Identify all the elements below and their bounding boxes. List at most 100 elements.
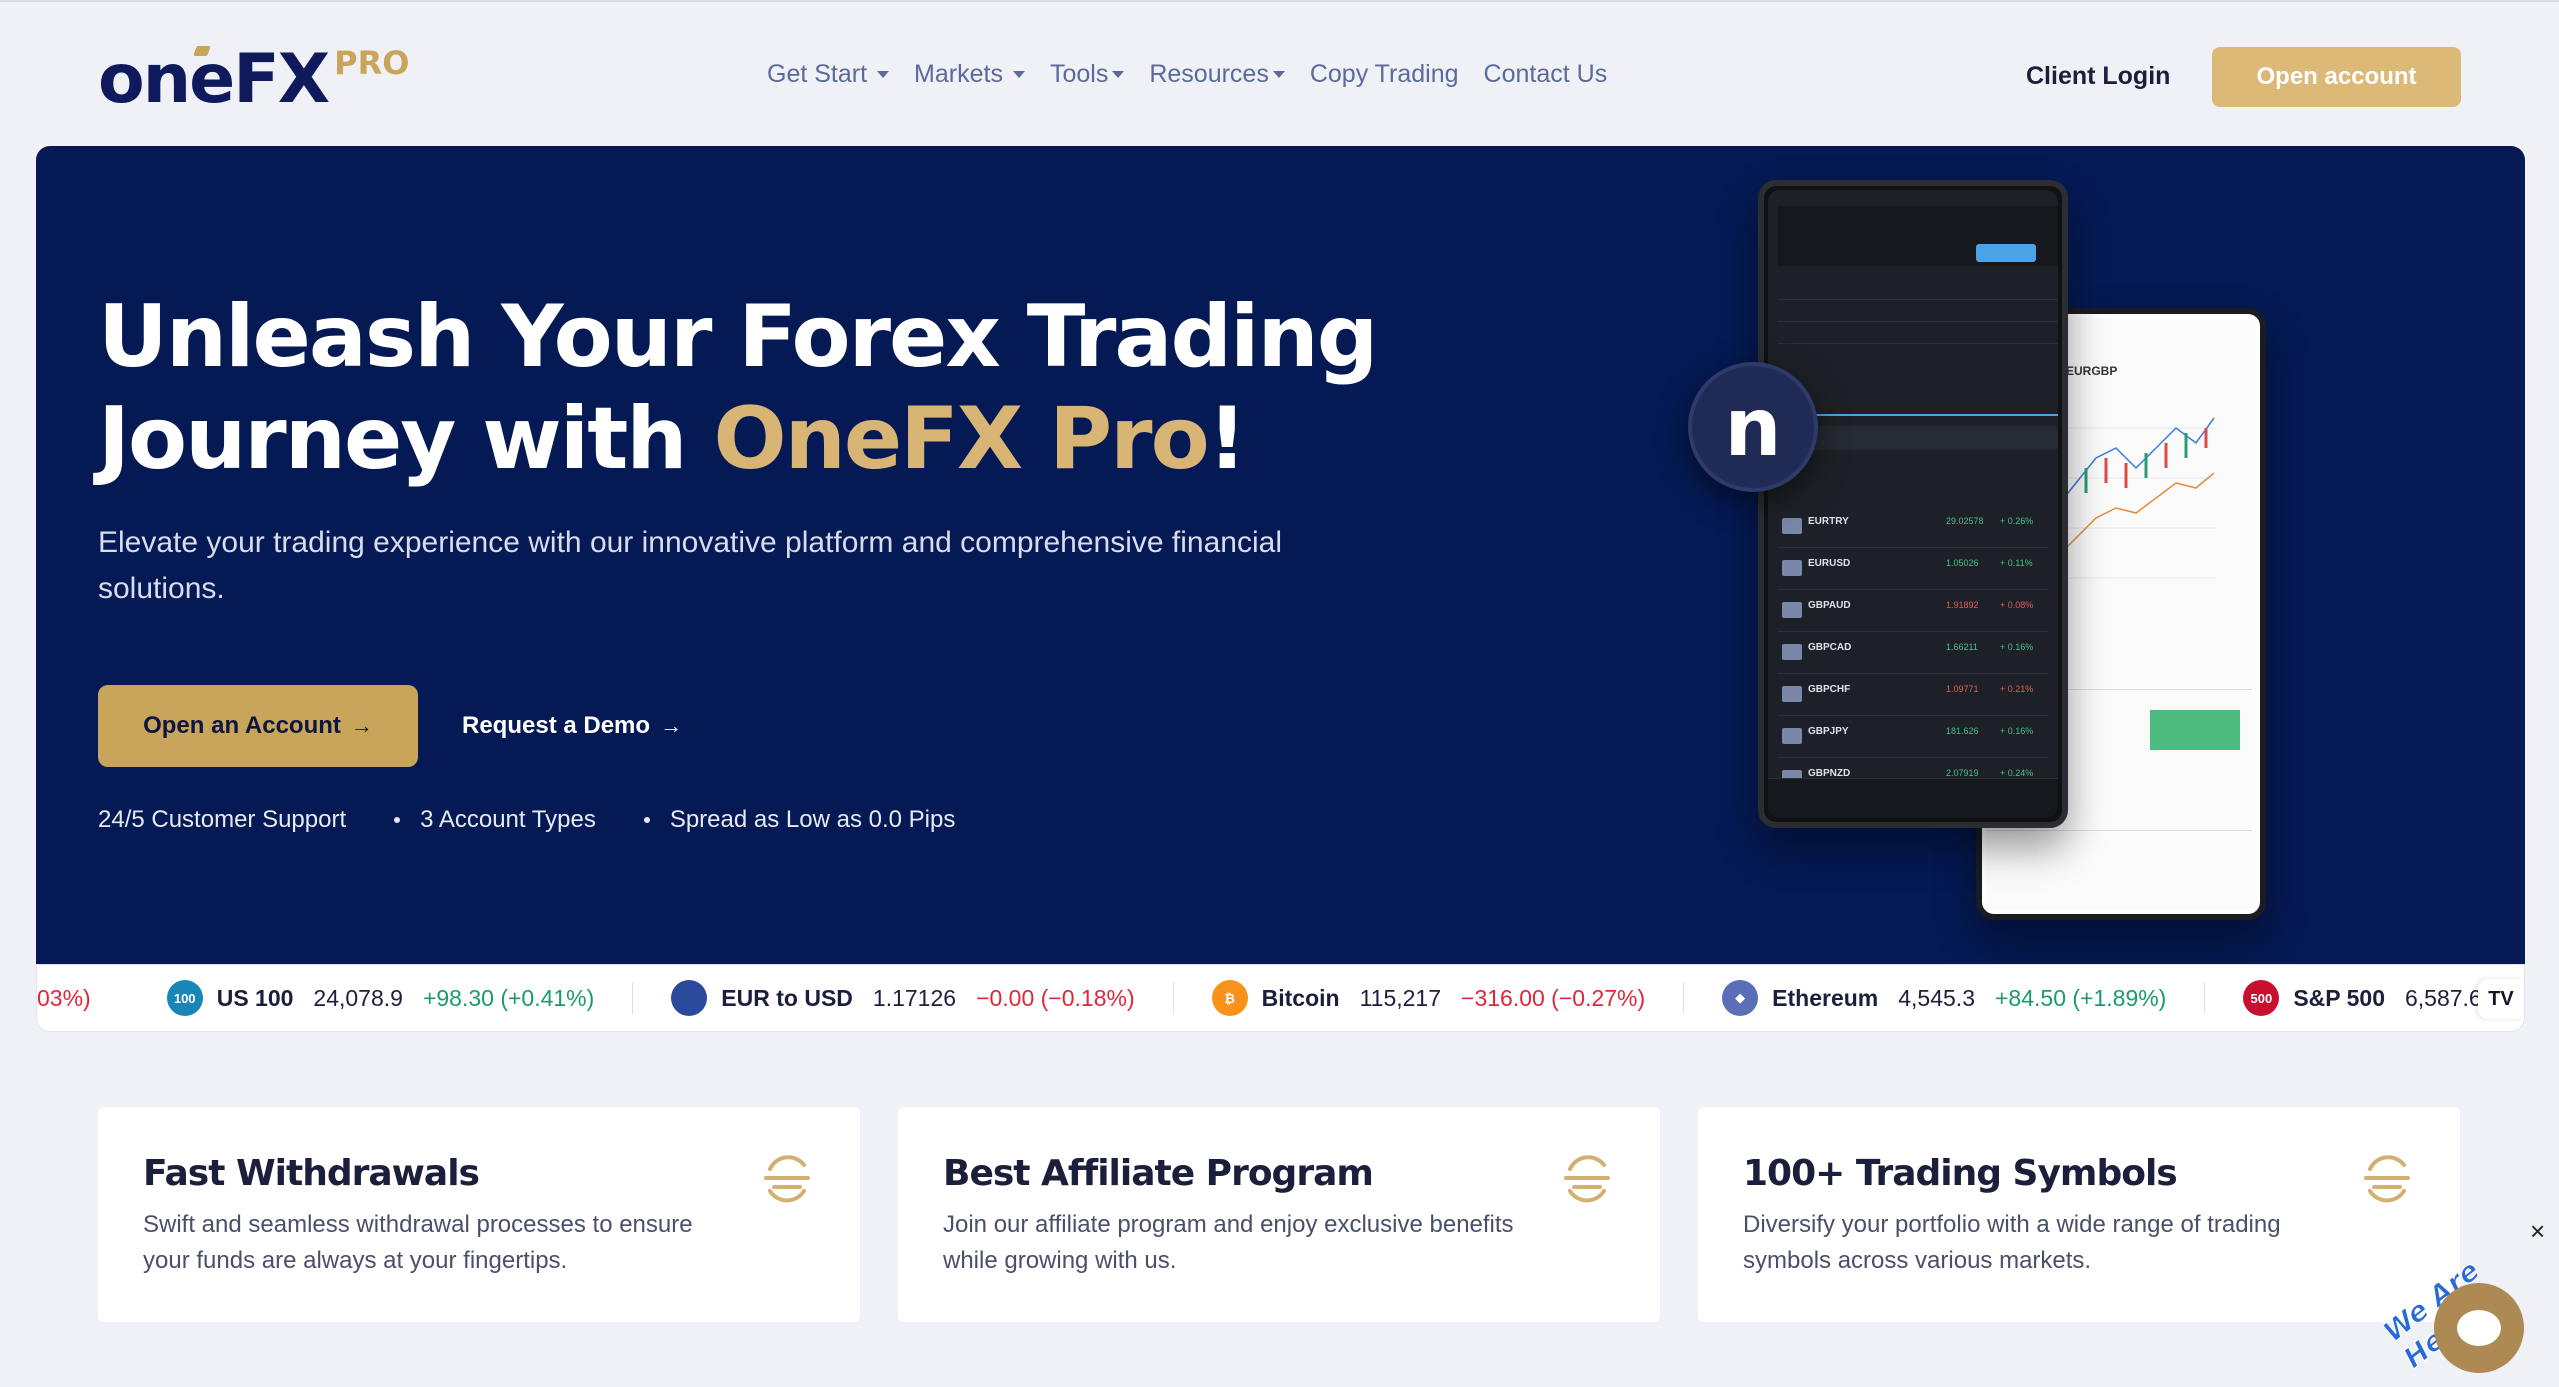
brand-logo[interactable]: oneFX PRO — [98, 40, 409, 114]
arrow-right-icon: → — [350, 713, 373, 738]
phone-symbol-row: EURTRY 29.02578 + 0.26% — [1778, 508, 2048, 548]
hero-subtitle: Elevate your trading experience with our… — [98, 526, 1282, 605]
ticker-price: 24,078.9 — [313, 984, 403, 1011]
card-text: Join our affiliate program and enjoy exc… — [943, 1211, 1514, 1274]
deposit-button — [1976, 244, 2036, 262]
ticker-item[interactable]: ◆ Ethereum 4,545.3 +84.50 (+1.89%) — [1722, 980, 2166, 1016]
ticker-item[interactable]: EUR to USD 1.17126 −0.00 (−0.18%) — [671, 980, 1135, 1016]
chevron-down-icon — [877, 71, 890, 78]
brand-badge: n — [1688, 362, 1818, 492]
ticker-separator — [1172, 982, 1174, 1014]
symbol-change: + 0.08% — [2000, 600, 2034, 610]
nav-label: Contact Us — [1483, 60, 1608, 88]
feature-text: Spread as Low as 0.0 Pips — [669, 806, 956, 833]
card-title: Fast Withdrawals — [143, 1153, 480, 1194]
phone-symbol-row: GBPJPY 181.626 + 0.16% — [1778, 718, 2048, 758]
flag-icon — [1782, 644, 1802, 660]
feature-text: 3 Account Types — [420, 806, 596, 833]
ticker-name: EUR to USD — [721, 984, 853, 1011]
main-nav: Get Start Markets Tools Resources Copy T… — [767, 60, 1632, 89]
chart-symbol: EURGBP — [2066, 364, 2118, 378]
symbol-name: GBPCHF — [1808, 684, 1851, 695]
phone-bottom-nav — [1768, 778, 2058, 818]
nav-label: Tools — [1049, 60, 1109, 88]
ticker-change: −0.00 (−0.18%) — [976, 984, 1135, 1011]
bullet-icon — [394, 817, 401, 823]
coin-icon — [1564, 1155, 1610, 1203]
open-an-account-button[interactable]: Open an Account → — [98, 685, 418, 767]
chat-button[interactable] — [2434, 1283, 2524, 1373]
ticker-symbol-icon: 100 — [166, 980, 203, 1016]
card-title: 100+ Trading Symbols — [1743, 1153, 2178, 1194]
flag-icon — [1782, 602, 1802, 618]
symbol-name: GBPJPY — [1808, 726, 1849, 737]
nav-markets[interactable]: Markets — [914, 60, 1025, 89]
card-text: Swift and seamless withdrawal processes … — [143, 1211, 693, 1274]
nav-label: Copy Trading — [1309, 60, 1459, 88]
ticker-symbol-icon: 500 — [2243, 980, 2280, 1016]
symbol-change: + 0.16% — [2000, 642, 2034, 652]
open-account-button[interactable]: Open account — [2212, 47, 2461, 107]
chat-bubble-icon — [2457, 1310, 2501, 1346]
symbol-name: GBPAUD — [1808, 600, 1851, 611]
phone-list-screen: EURTRY 29.02578 + 0.26% EURUSD 1.05026 + 0.11… — [1768, 190, 2058, 818]
flag-icon — [1782, 560, 1802, 576]
hero-title-line1: Unleash Your Forex Trading — [98, 287, 1378, 387]
phone-symbol-row: GBPCHF 1.09771 + 0.21% — [1778, 676, 2048, 716]
ticker-items: 100 US 100 24,078.9 +98.30 (+0.41%) EUR to U… — [166, 980, 2524, 1016]
coin-icon — [764, 1155, 810, 1203]
tradingview-logo[interactable]: TV — [2478, 979, 2524, 1019]
chevron-down-icon — [1012, 71, 1025, 78]
ticker-separator — [2204, 982, 2206, 1014]
client-login-link[interactable]: Client Login — [2026, 62, 2170, 91]
ticker-change: −316.00 (−0.27%) — [1461, 984, 1646, 1011]
hero-title-highlight: OneFX Pro — [713, 389, 1209, 489]
feature-card-symbols: 100+ Trading Symbols Diversify your port… — [1698, 1107, 2460, 1322]
nav-label: Get Start — [767, 60, 868, 88]
ticker-change: +84.50 (+1.89%) — [1995, 984, 2167, 1011]
symbol-price: 1.66211 — [1946, 642, 1978, 652]
ticker-item[interactable]: 100 US 100 24,078.9 +98.30 (+0.41%) — [166, 980, 594, 1016]
news-feed — [1778, 278, 2058, 348]
symbol-change: + 0.26% — [2000, 516, 2034, 526]
phone-symbol-row: EURUSD 1.05026 + 0.11% — [1778, 550, 2048, 590]
nav-label: Resources — [1149, 60, 1269, 88]
nav-tools[interactable]: Tools — [1049, 60, 1125, 89]
market-ticker: 03%) 100 US 100 24,078.9 +98.30 (+0.41%) EUR… — [36, 964, 2525, 1032]
nav-copy-trading[interactable]: Copy Trading — [1310, 60, 1459, 89]
ticker-symbol-icon: ₿ — [1211, 980, 1248, 1016]
feature-item: 3 Account Types — [394, 806, 596, 834]
request-demo-button[interactable]: Request a Demo → — [462, 712, 682, 740]
hero-title: Unleash Your Forex Trading Journey with … — [98, 286, 1398, 490]
chevron-down-icon — [1272, 71, 1285, 78]
symbol-tabs — [1778, 386, 2058, 416]
buy-button — [2150, 710, 2240, 750]
symbol-price: 2.07919 — [1946, 768, 1979, 778]
ticker-price: 115,217 — [1359, 984, 1442, 1011]
ticker-price: 1.17126 — [872, 984, 957, 1011]
nav-contact-us[interactable]: Contact Us — [1484, 60, 1608, 89]
symbol-price: 181.626 — [1946, 726, 1979, 736]
chevron-down-icon — [1112, 71, 1125, 78]
nav-label: Markets — [914, 60, 1003, 88]
card-text: Diversify your portfolio with a wide ran… — [1743, 1211, 2281, 1274]
hero-features: 24/5 Customer Support 3 Account Types Sp… — [98, 806, 1003, 834]
ticker-symbol-icon: ◆ — [1722, 980, 1759, 1016]
symbol-name: EURUSD — [1808, 558, 1851, 569]
coin-icon — [2364, 1155, 2410, 1203]
symbol-price: 1.05026 — [1946, 558, 1979, 568]
site-header: oneFX PRO Get Start Markets Tools Resour… — [0, 2, 2559, 144]
symbol-change: + 0.11% — [2000, 558, 2033, 568]
ticker-name: Ethereum — [1772, 984, 1879, 1011]
logo-wordmark: oneFX — [98, 40, 330, 119]
ticker-separator — [632, 982, 634, 1014]
symbol-name: EURTRY — [1808, 516, 1849, 527]
feature-card-affiliate: Best Affiliate Program Join our affiliat… — [898, 1107, 1660, 1322]
ticker-item[interactable]: ₿ Bitcoin 115,217 −316.00 (−0.27%) — [1211, 980, 1646, 1016]
symbol-price: 1.91892 — [1946, 600, 1979, 610]
ticker-symbol-icon — [671, 980, 708, 1016]
ticker-fragment: 03%) — [37, 984, 91, 1011]
feature-text: 24/5 Customer Support — [98, 806, 347, 833]
nav-get-start[interactable]: Get Start — [767, 60, 890, 89]
nav-resources[interactable]: Resources — [1149, 60, 1285, 89]
